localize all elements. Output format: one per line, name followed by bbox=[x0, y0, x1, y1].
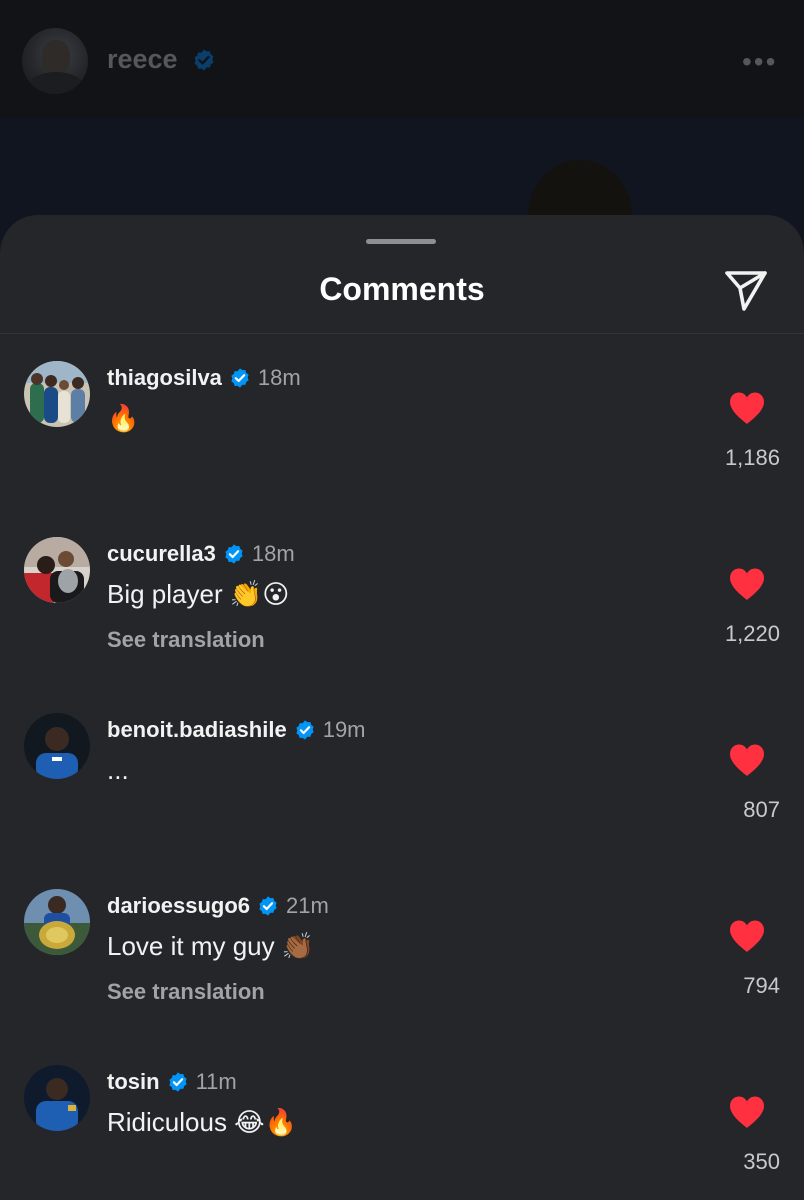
avatar[interactable] bbox=[24, 1065, 90, 1131]
verified-badge-icon bbox=[257, 895, 279, 917]
comment-timestamp: 18m bbox=[251, 541, 295, 566]
avatar[interactable] bbox=[24, 713, 90, 779]
see-translation-link[interactable]: See translation bbox=[107, 627, 265, 653]
comment-username[interactable]: cucurella3 bbox=[107, 541, 216, 567]
verified-badge-icon bbox=[223, 543, 245, 565]
avatar[interactable] bbox=[24, 537, 90, 603]
like-count: 350 bbox=[743, 1149, 780, 1174]
comment-item: benoit.badiashile 19m ... 807 bbox=[0, 713, 804, 883]
comment-text: ... bbox=[107, 755, 129, 785]
share-button[interactable] bbox=[722, 265, 770, 313]
like-count: 794 bbox=[743, 973, 780, 998]
verified-badge-icon bbox=[192, 48, 216, 77]
comment-username[interactable]: darioessugo6 bbox=[107, 893, 250, 919]
comment-item: thiagosilva 18m 🔥 1,186 bbox=[0, 361, 804, 531]
comment-timestamp: 19m bbox=[322, 717, 366, 742]
post-author-username[interactable]: reece bbox=[107, 44, 178, 75]
more-options-icon[interactable]: ••• bbox=[742, 48, 777, 76]
verified-badge-icon bbox=[229, 367, 251, 389]
comments-sheet: Comments thiagosilva 18m 🔥 1,186 cucurel… bbox=[0, 215, 804, 1200]
comment-text: 🔥 bbox=[107, 403, 140, 433]
post-header: reece ••• bbox=[0, 0, 804, 118]
send-icon bbox=[725, 271, 767, 311]
comment-username[interactable]: benoit.badiashile bbox=[107, 717, 287, 743]
comment-timestamp: 11m bbox=[195, 1069, 237, 1094]
like-heart-icon[interactable] bbox=[728, 919, 766, 953]
comment-username[interactable]: tosin bbox=[107, 1069, 160, 1095]
comment-timestamp: 18m bbox=[257, 365, 301, 390]
comment-item: cucurella3 18m Big player 👏😮 See transla… bbox=[0, 537, 804, 707]
like-count: 807 bbox=[743, 797, 780, 822]
comment-text: Love it my guy 👏🏾 bbox=[107, 931, 315, 961]
avatar[interactable] bbox=[24, 361, 90, 427]
comment-item: tosin 11m Ridiculous 😂🔥 350 bbox=[0, 1065, 804, 1200]
verified-badge-icon bbox=[167, 1071, 189, 1093]
see-translation-link[interactable]: See translation bbox=[107, 979, 265, 1005]
comment-username[interactable]: thiagosilva bbox=[107, 365, 222, 391]
like-heart-icon[interactable] bbox=[728, 567, 766, 601]
comment-text: Big player 👏😮 bbox=[107, 579, 290, 609]
like-heart-icon[interactable] bbox=[728, 1095, 766, 1129]
avatar[interactable] bbox=[24, 889, 90, 955]
comment-item: darioessugo6 21m Love it my guy 👏🏾 See t… bbox=[0, 889, 804, 1059]
verified-badge-icon bbox=[294, 719, 316, 741]
comment-timestamp: 21m bbox=[286, 893, 329, 918]
post-author-avatar[interactable] bbox=[22, 28, 88, 94]
comment-text: Ridiculous 😂🔥 bbox=[107, 1107, 297, 1137]
sheet-title: Comments bbox=[319, 271, 485, 307]
like-heart-icon[interactable] bbox=[728, 391, 766, 425]
sheet-drag-handle[interactable] bbox=[366, 239, 436, 244]
like-heart-icon[interactable] bbox=[728, 743, 766, 777]
like-count: 1,186 bbox=[724, 445, 780, 470]
divider bbox=[0, 333, 804, 334]
like-count: 1,220 bbox=[724, 621, 780, 646]
